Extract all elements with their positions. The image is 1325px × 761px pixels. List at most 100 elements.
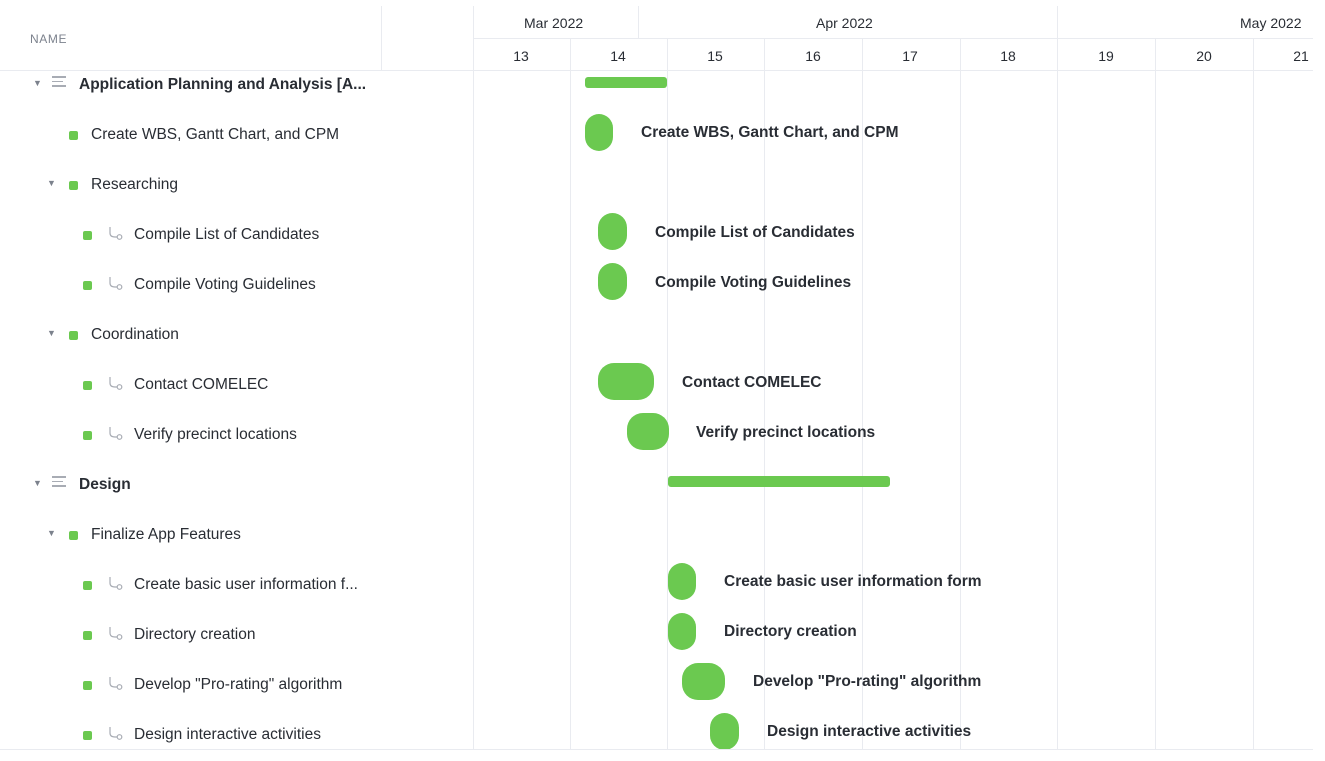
gantt-task-bar[interactable] [598, 213, 627, 250]
task-row[interactable]: ▼ Finalize App Features [0, 510, 474, 560]
day-label: 17 [902, 48, 918, 64]
month-divider [1057, 6, 1058, 39]
dependency-icon [109, 627, 123, 640]
dependency-icon [109, 577, 123, 590]
day-gridline [960, 38, 961, 750]
task-name[interactable]: Compile Voting Guidelines [134, 276, 316, 294]
gantt-bar-label: Create WBS, Gantt Chart, and CPM [641, 124, 899, 141]
name-column-label: NAME [30, 32, 68, 46]
gantt-task-bar[interactable] [598, 363, 654, 400]
header-divider [474, 38, 1313, 39]
day-gridline [862, 38, 863, 750]
gantt-task-bar[interactable] [627, 413, 669, 450]
day-label: 20 [1196, 48, 1212, 64]
dependency-icon [109, 227, 123, 240]
day-gridline [667, 38, 668, 750]
task-row[interactable]: ▼ Researching [0, 160, 474, 210]
status-dot[interactable] [83, 381, 92, 390]
month-label: Mar 2022 [524, 15, 584, 31]
day-gridline [570, 38, 571, 750]
gantt-timeline[interactable]: Mar 2022 Apr 2022 May 2022 13 14 15 16 1… [474, 0, 1313, 750]
bottom-divider [0, 749, 1313, 750]
task-row[interactable]: Create WBS, Gantt Chart, and CPM [0, 110, 474, 160]
list-icon [52, 76, 66, 88]
task-name[interactable]: Coordination [91, 326, 179, 344]
caret-down-icon[interactable]: ▼ [47, 328, 56, 338]
gantt-task-bar[interactable] [710, 713, 739, 750]
task-name[interactable]: Create basic user information f... [134, 576, 358, 594]
status-dot[interactable] [83, 631, 92, 640]
day-gridline [1253, 38, 1254, 750]
day-gridline [764, 38, 765, 750]
task-row[interactable]: Contact COMELEC [0, 360, 474, 410]
header-divider [474, 70, 1313, 71]
task-name[interactable]: Compile List of Candidates [134, 226, 319, 244]
task-name[interactable]: Application Planning and Analysis [A... [79, 76, 366, 94]
caret-down-icon[interactable]: ▼ [33, 478, 42, 488]
status-dot[interactable] [69, 131, 78, 140]
task-row[interactable]: Directory creation [0, 610, 474, 660]
task-row[interactable]: Design interactive activities [0, 710, 474, 760]
gantt-bar-label: Directory creation [724, 623, 857, 640]
list-icon [52, 476, 66, 488]
status-dot[interactable] [83, 581, 92, 590]
caret-down-icon[interactable]: ▼ [47, 178, 56, 188]
month-label: Apr 2022 [816, 15, 873, 31]
gantt-summary-bar[interactable] [585, 77, 667, 88]
dependency-icon [109, 727, 123, 740]
task-list-panel: NAME ▼ Application Planning and Analysis… [0, 0, 474, 750]
gantt-bar-label: Verify precinct locations [696, 424, 876, 441]
gantt-task-bar[interactable] [598, 263, 627, 300]
gantt-bar-label: Create basic user information form [724, 573, 982, 590]
gantt-bar-label: Compile List of Candidates [655, 224, 855, 241]
month-label: May 2022 [1240, 15, 1302, 31]
dependency-icon [109, 377, 123, 390]
dependency-icon [109, 277, 123, 290]
gantt-task-bar[interactable] [668, 563, 696, 600]
day-label: 19 [1098, 48, 1114, 64]
task-name[interactable]: Contact COMELEC [134, 376, 268, 394]
gantt-bar-label: Compile Voting Guidelines [655, 274, 852, 291]
gantt-bar-label: Design interactive activities [767, 723, 972, 740]
status-dot[interactable] [69, 531, 78, 540]
task-name[interactable]: Develop "Pro-rating" algorithm [134, 676, 342, 694]
task-row[interactable]: Create basic user information f... [0, 560, 474, 610]
status-dot[interactable] [83, 281, 92, 290]
day-label: 21 [1293, 48, 1309, 64]
task-name[interactable]: Researching [91, 176, 178, 194]
day-label: 18 [1000, 48, 1016, 64]
status-dot[interactable] [83, 681, 92, 690]
gantt-bar-label: Contact COMELEC [682, 374, 822, 391]
task-row[interactable]: Compile Voting Guidelines [0, 260, 474, 310]
month-divider [638, 6, 639, 39]
task-row[interactable]: ▼ Design [0, 460, 474, 510]
day-label: 14 [610, 48, 626, 64]
task-name[interactable]: Create WBS, Gantt Chart, and CPM [91, 126, 339, 144]
task-name[interactable]: Design interactive activities [134, 726, 321, 744]
gantt-summary-bar[interactable] [668, 476, 890, 487]
status-dot[interactable] [83, 431, 92, 440]
task-name[interactable]: Finalize App Features [91, 526, 241, 544]
panel-divider [473, 6, 474, 750]
task-name[interactable]: Design [79, 476, 131, 494]
task-row[interactable]: Compile List of Candidates [0, 210, 474, 260]
status-dot[interactable] [69, 331, 78, 340]
day-label: 13 [513, 48, 529, 64]
gantt-task-bar[interactable] [585, 114, 613, 151]
status-dot[interactable] [69, 181, 78, 190]
task-row[interactable]: ▼ Application Planning and Analysis [A..… [0, 60, 474, 110]
task-row[interactable]: Develop "Pro-rating" algorithm [0, 660, 474, 710]
day-gridline [1057, 38, 1058, 750]
gantt-task-bar[interactable] [668, 613, 696, 650]
task-name[interactable]: Verify precinct locations [134, 426, 297, 444]
task-name[interactable]: Directory creation [134, 626, 255, 644]
task-row[interactable]: Verify precinct locations [0, 410, 474, 460]
caret-down-icon[interactable]: ▼ [47, 528, 56, 538]
dependency-icon [109, 677, 123, 690]
status-dot[interactable] [83, 731, 92, 740]
gantt-task-bar[interactable] [682, 663, 725, 700]
caret-down-icon[interactable]: ▼ [33, 78, 42, 88]
task-row[interactable]: ▼ Coordination [0, 310, 474, 360]
gantt-view: NAME ▼ Application Planning and Analysis… [0, 0, 1325, 761]
status-dot[interactable] [83, 231, 92, 240]
